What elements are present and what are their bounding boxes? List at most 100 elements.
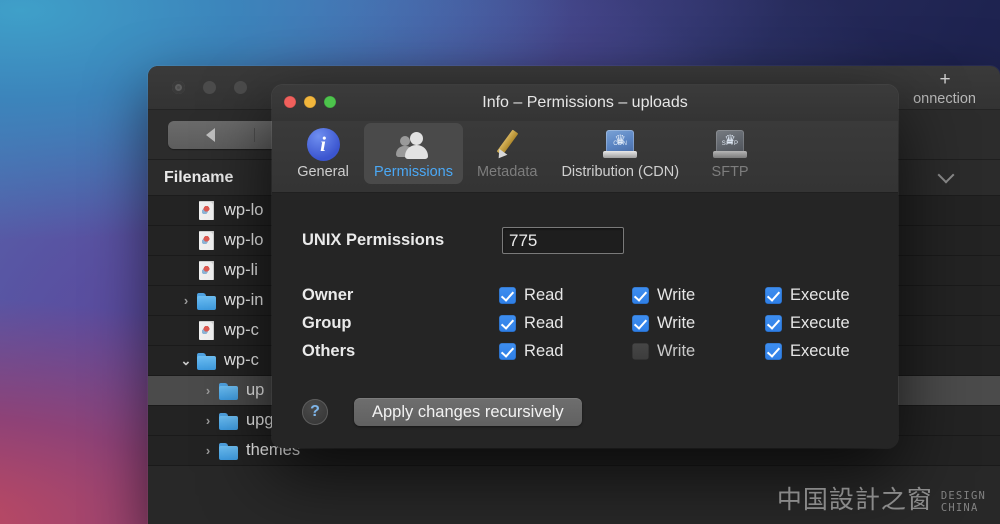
checkbox-others-read[interactable]: Read [499, 342, 632, 361]
pencil-icon [489, 126, 525, 162]
checkbox-owner-read[interactable]: Read [499, 286, 632, 305]
permission-row-others: Others Read Write Execute [302, 342, 898, 361]
help-icon: ? [310, 403, 320, 420]
back-button[interactable] [168, 127, 254, 142]
checkbox-label: Read [524, 342, 564, 360]
apply-changes-recursively-label: Apply changes recursively [372, 402, 564, 421]
checkbox-checked-icon[interactable] [632, 287, 650, 304]
php-file-icon [196, 320, 218, 341]
drive-icon: ♛ CDN [602, 126, 638, 162]
watermark: 中国設計之窗 DESIGN CHINA [777, 480, 986, 516]
tab-metadata-label: Metadata [476, 164, 538, 180]
file-name-label: wp-li [224, 261, 258, 279]
people-icon [395, 126, 431, 162]
dialog-action-bar: ? Apply changes recursively [302, 398, 872, 426]
checkbox-label: Execute [790, 314, 850, 332]
php-file-icon [196, 230, 218, 251]
checkbox-checked-icon[interactable] [765, 343, 782, 360]
checkbox-checked-icon[interactable] [499, 343, 517, 360]
background-traffic-lights[interactable] [172, 81, 247, 94]
file-name-label: up [246, 381, 265, 399]
checkbox-label: Write [657, 342, 696, 360]
checkbox-owner-write[interactable]: Write [632, 286, 765, 305]
checkbox-others-execute[interactable]: Execute [765, 342, 898, 361]
checkbox-group-read[interactable]: Read [499, 314, 632, 333]
checkbox-owner-execute[interactable]: Execute [765, 286, 898, 305]
unix-permissions-input[interactable]: 775 [502, 227, 624, 254]
checkbox-label: Execute [790, 342, 850, 360]
permission-matrix[interactable]: Owner Read Write Execute Group Read Write Execu… [302, 286, 898, 361]
php-file-icon [196, 260, 218, 281]
file-name-label: wp-c [224, 351, 259, 369]
dialog-titlebar: Info – Permissions – uploads [272, 85, 898, 121]
tab-general-label: General [297, 164, 349, 180]
unix-permissions-value: 775 [509, 230, 538, 250]
new-connection-label: onnection [913, 91, 976, 107]
back-arrow-icon [206, 127, 216, 142]
dialog-tab-toolbar[interactable]: i General Permissions Metadata ♛ CDN Dis… [272, 121, 898, 193]
checkbox-checked-icon[interactable] [765, 287, 782, 304]
permission-row-label: Owner [302, 286, 354, 304]
filename-column-label: Filename [164, 168, 234, 186]
watermark-english-line2: CHINA [940, 502, 979, 514]
checkbox-checked-icon[interactable] [499, 315, 517, 332]
checkbox-checked-icon[interactable] [499, 287, 517, 304]
disclosure-closed-icon[interactable]: › [200, 443, 216, 458]
folder-icon [218, 411, 240, 431]
screen: + onnection Filename wp-lo wp-lo wp-li › wp-… [0, 0, 1000, 524]
new-connection-button[interactable]: + onnection [913, 69, 976, 108]
watermark-english-line1: DESIGN [940, 490, 986, 502]
permission-row-owner: Owner Read Write Execute [302, 286, 898, 305]
disclosure-closed-icon[interactable]: › [178, 293, 194, 308]
tab-distribution-cdn[interactable]: ♛ CDN Distribution (CDN) [551, 123, 689, 184]
chevron-down-icon[interactable] [937, 166, 955, 184]
checkbox-label: Read [524, 286, 564, 304]
checkbox-others-write[interactable]: Write [632, 342, 765, 361]
close-button-inactive[interactable] [172, 81, 185, 94]
permission-row-label: Others [302, 342, 356, 360]
drive-icon-sftp: ♛ SFTP [712, 126, 748, 162]
help-button[interactable]: ? [302, 399, 328, 425]
checkbox-label: Write [657, 286, 696, 304]
unix-permissions-label: UNIX Permissions [302, 231, 445, 249]
disclosure-closed-icon[interactable]: › [200, 413, 216, 428]
file-name-label: wp-in [224, 291, 264, 309]
checkbox-label: Write [657, 314, 696, 332]
watermark-english: DESIGN CHINA [941, 490, 986, 516]
folder-icon [218, 441, 240, 461]
tab-distribution-cdn-label: Distribution (CDN) [561, 164, 680, 180]
folder-icon [196, 351, 218, 371]
info-dialog-window[interactable]: Info – Permissions – uploads i General P… [272, 85, 898, 448]
disclosure-closed-icon[interactable]: › [200, 383, 216, 398]
file-name-label: wp-lo [224, 231, 264, 249]
disclosure-open-icon[interactable]: ⌄ [178, 353, 194, 369]
info-icon: i [305, 126, 341, 162]
checkbox-checked-icon[interactable] [632, 315, 650, 332]
zoom-button-inactive[interactable] [234, 81, 247, 94]
php-file-icon [196, 200, 218, 221]
new-connection-icon: + [939, 69, 951, 90]
tab-permissions[interactable]: Permissions [364, 123, 463, 184]
checkbox-label: Read [524, 314, 564, 332]
folder-icon [218, 381, 240, 401]
minimize-button-inactive[interactable] [203, 81, 216, 94]
folder-icon [196, 291, 218, 311]
checkbox-checked-icon[interactable] [765, 315, 782, 332]
watermark-chinese: 中国設計之窗 [776, 485, 933, 514]
tab-general[interactable]: i General [286, 123, 360, 184]
permission-row-label: Group [302, 314, 352, 332]
dialog-title: Info – Permissions – uploads [482, 94, 688, 111]
checkbox-group-execute[interactable]: Execute [765, 314, 898, 333]
checkbox-group-write[interactable]: Write [632, 314, 765, 333]
tab-sftp-label: SFTP [711, 164, 749, 180]
tab-metadata[interactable]: Metadata [467, 123, 547, 184]
tab-permissions-label: Permissions [374, 164, 453, 180]
file-name-label: wp-c [224, 321, 259, 339]
tab-sftp[interactable]: ♛ SFTP SFTP [693, 123, 767, 184]
permissions-panel: UNIX Permissions 775 Owner Read Write Execu… [272, 193, 898, 448]
apply-changes-recursively-button[interactable]: Apply changes recursively [354, 398, 582, 426]
unix-permissions-field-group: UNIX Permissions 775 [302, 227, 898, 254]
file-name-label: wp-lo [224, 201, 264, 219]
checkbox-unchecked-icon[interactable] [632, 343, 650, 360]
permission-row-group: Group Read Write Execute [302, 314, 898, 333]
